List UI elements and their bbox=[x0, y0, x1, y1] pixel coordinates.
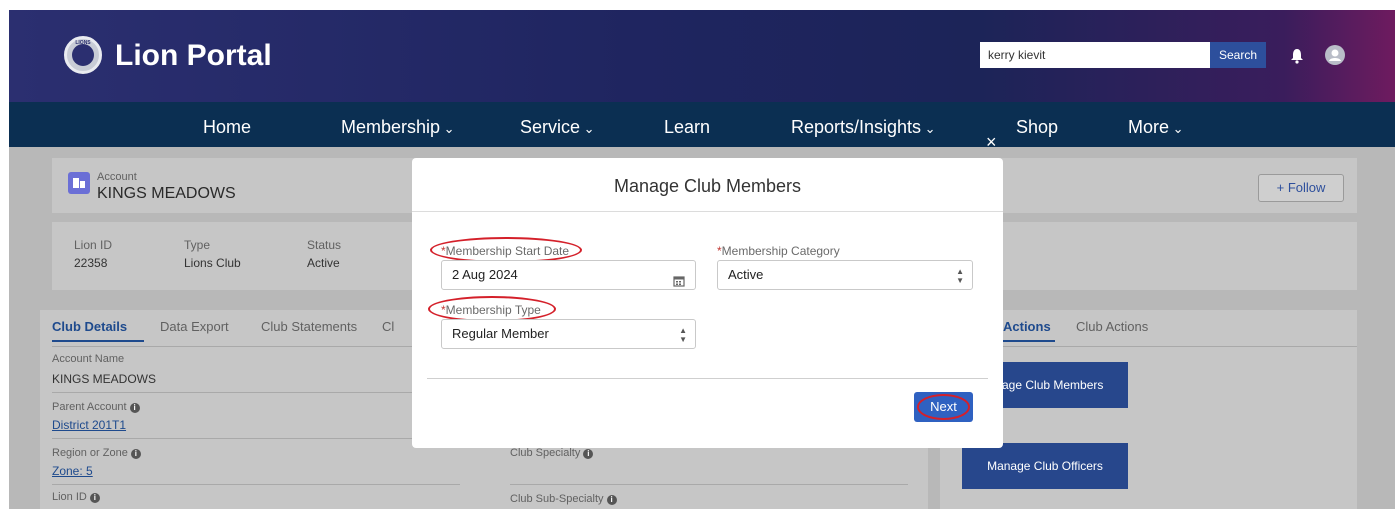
nav-home[interactable]: Home bbox=[203, 116, 251, 138]
club-sub-specialty-label-text: Club Sub-Specialty bbox=[510, 493, 604, 505]
account-name-value: KINGS MEADOWS bbox=[52, 372, 157, 386]
club-sub-specialty-label: Club Sub-Specialty i bbox=[510, 492, 617, 506]
account-name: KINGS MEADOWS bbox=[97, 185, 236, 202]
select-arrows-icon: ▲ ▼ bbox=[679, 326, 687, 344]
field-divider bbox=[510, 484, 908, 485]
close-icon[interactable]: × bbox=[986, 132, 997, 152]
tab-club-actions[interactable]: Club Actions bbox=[1076, 320, 1148, 334]
category-select[interactable]: Active ▲ ▼ bbox=[717, 260, 973, 290]
info-icon: i bbox=[130, 449, 141, 459]
chevron-down-icon: ⌄ bbox=[580, 121, 595, 136]
nav-more-label: More bbox=[1128, 117, 1170, 137]
app-title[interactable]: Lion Portal bbox=[115, 38, 272, 74]
calendar-icon[interactable] bbox=[673, 269, 685, 287]
field-divider bbox=[52, 484, 460, 485]
active-tab-underline bbox=[1003, 340, 1055, 342]
modal-title: Manage Club Members bbox=[613, 176, 802, 196]
info-icon: i bbox=[606, 495, 617, 505]
nav-more[interactable]: More ⌄ bbox=[1128, 116, 1184, 140]
active-tab-underline bbox=[52, 340, 144, 342]
search-button[interactable]: Search bbox=[1210, 42, 1266, 68]
user-avatar-icon[interactable] bbox=[1325, 45, 1345, 65]
chevron-down-icon: ⌄ bbox=[1169, 121, 1184, 136]
type-value: Lions Club bbox=[184, 256, 241, 270]
status-label: Status bbox=[307, 238, 342, 252]
account-label: Account bbox=[97, 171, 137, 183]
nav-reports-label: Reports/Insights bbox=[791, 117, 922, 137]
tab-data-export[interactable]: Data Export bbox=[160, 320, 229, 334]
category-label-text: Membership Category bbox=[721, 244, 840, 258]
tab-actions[interactable]: Actions bbox=[1003, 320, 1051, 334]
manage-club-members-modal: Manage Club Members *Membership Start Da… bbox=[412, 158, 1003, 448]
modal-footer-divider bbox=[427, 378, 988, 379]
lions-logo[interactable]: LIONS bbox=[64, 36, 102, 74]
parent-account-link[interactable]: District 201T1 bbox=[52, 418, 126, 432]
info-icon: i bbox=[583, 449, 594, 459]
next-highlight bbox=[917, 394, 970, 420]
lion-id-field-label: Lion ID i bbox=[52, 490, 100, 504]
lion-id-field-label-text: Lion ID bbox=[52, 491, 87, 503]
parent-account-label-text: Parent Account bbox=[52, 401, 127, 413]
club-specialty-label-text: Club Specialty bbox=[510, 447, 581, 459]
category-label: *Membership Category bbox=[717, 244, 840, 258]
modal-header-divider bbox=[412, 211, 1003, 212]
nav-reports[interactable]: Reports/Insights ⌄ bbox=[791, 116, 936, 140]
manage-club-officers-button[interactable]: Manage Club Officers bbox=[962, 443, 1128, 489]
chevron-down-icon: ⌄ bbox=[440, 121, 455, 136]
search-input[interactable]: kerry kievit bbox=[980, 42, 1210, 68]
parent-account-label: Parent Account i bbox=[52, 400, 140, 414]
region-link[interactable]: Zone: 5 bbox=[52, 464, 93, 478]
nav-membership-label: Membership bbox=[341, 117, 441, 137]
field-divider bbox=[52, 392, 460, 393]
notifications-bell-icon[interactable] bbox=[1290, 48, 1304, 64]
field-divider bbox=[52, 438, 460, 439]
nav-service[interactable]: Service ⌄ bbox=[520, 116, 595, 140]
nav-shop[interactable]: Shop bbox=[1016, 116, 1058, 138]
account-name-label: Account Name bbox=[52, 353, 125, 365]
logo-lettering: LIONS bbox=[75, 40, 91, 46]
club-specialty-label: Club Specialty i bbox=[510, 446, 594, 460]
select-arrows-icon: ▲ ▼ bbox=[956, 267, 964, 285]
nav-learn[interactable]: Learn bbox=[664, 116, 710, 138]
type-value: Regular Member bbox=[452, 326, 549, 341]
region-label: Region or Zone i bbox=[52, 446, 141, 460]
status-value: Active bbox=[307, 256, 340, 270]
lion-id-value: 22358 bbox=[74, 256, 108, 270]
info-icon: i bbox=[89, 493, 100, 503]
account-icon bbox=[68, 172, 90, 194]
tab-truncated[interactable]: Cl bbox=[382, 320, 394, 334]
start-date-input[interactable]: 2 Aug 2024 bbox=[441, 260, 696, 290]
info-icon: i bbox=[129, 403, 140, 413]
tab-club-statements[interactable]: Club Statements bbox=[261, 320, 357, 334]
follow-button[interactable]: + Follow bbox=[1258, 174, 1344, 202]
main-nav: Home Membership ⌄ Service ⌄ Learn Report… bbox=[9, 102, 1395, 147]
chevron-down-icon: ⌄ bbox=[921, 121, 936, 136]
category-value: Active bbox=[728, 267, 764, 282]
type-select[interactable]: Regular Member ▲ ▼ bbox=[441, 319, 696, 349]
tabs-divider bbox=[952, 346, 1357, 347]
nav-service-label: Service bbox=[520, 117, 581, 137]
region-label-text: Region or Zone bbox=[52, 447, 128, 459]
nav-membership[interactable]: Membership ⌄ bbox=[341, 116, 455, 140]
tab-club-details[interactable]: Club Details bbox=[52, 320, 127, 334]
type-label: Type bbox=[184, 238, 211, 252]
lion-id-label: Lion ID bbox=[74, 238, 113, 252]
start-date-value: 2 Aug 2024 bbox=[452, 267, 518, 282]
